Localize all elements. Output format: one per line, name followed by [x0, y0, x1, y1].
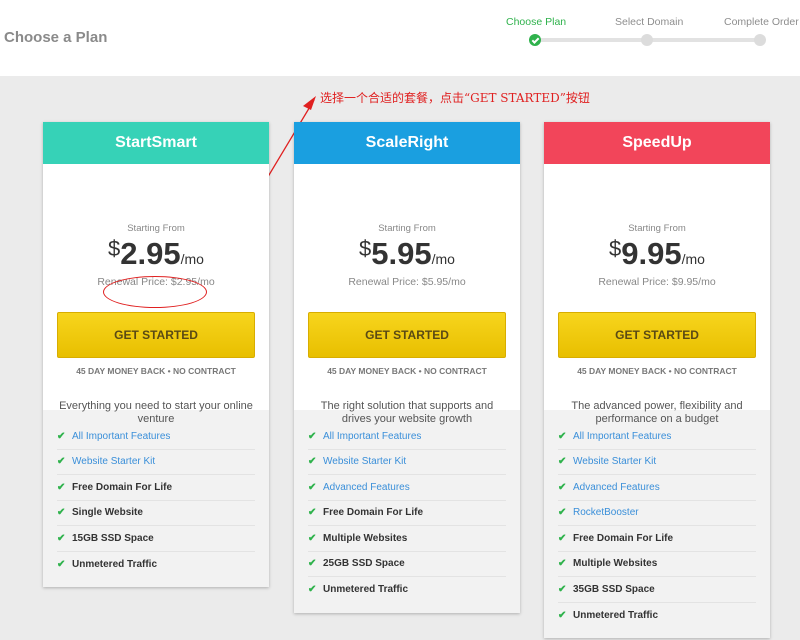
feature-item: ✔ Unmetered Traffic [57, 558, 158, 570]
check-icon: ✔ [558, 583, 567, 595]
step-select-domain: Select Domain [615, 16, 684, 28]
check-icon: ✔ [558, 507, 567, 519]
annotation-arrowhead [303, 96, 316, 110]
price-amount: 2.95 [120, 236, 181, 271]
feature-item: ✔ Free Domain For Life [57, 475, 255, 501]
starting-from-label: Starting From [127, 223, 185, 234]
feature-item: ✔ RocketBooster [558, 501, 756, 526]
feature-item: ✔ 35GB SSD Space [558, 577, 756, 603]
price-amount: 9.95 [621, 236, 682, 271]
step-choose-plan: Choose Plan [506, 16, 567, 28]
top-bar: Choose a Plan Choose Plan Select Domain … [0, 0, 800, 76]
plan-pricing: Starting From $9.95/mo Renewal Price: $9… [544, 164, 770, 425]
renewal-price: Renewal Price: $9.95/mo [598, 276, 716, 288]
plan-tagline: The right solution that supports and dri… [320, 400, 494, 425]
check-icon: ✔ [558, 532, 567, 544]
guarantee-text: 45 DAY MONEY BACK • NO CONTRACT [76, 366, 236, 376]
feature-item: ✔ Unmetered Traffic [308, 584, 409, 596]
plan-pricing: Starting From $5.95/mo Renewal Price: $5… [294, 164, 520, 425]
price-period: /mo [681, 251, 705, 267]
plan-price: $5.95/mo [294, 236, 520, 272]
step-pending-dot [641, 34, 653, 46]
check-icon: ✔ [57, 456, 66, 468]
feature-list: ✔ All Important Features ✔ Website Starter… [544, 410, 770, 638]
check-icon: ✔ [308, 532, 317, 544]
plan-name: StartSmart [43, 122, 269, 164]
feature-item: ✔ All Important Features [57, 424, 255, 450]
get-started-button[interactable]: GET STARTED [57, 312, 255, 358]
starting-from-label: Starting From [378, 223, 436, 234]
check-icon: ✔ [558, 481, 567, 493]
plan-card-speedup: SpeedUp Starting From $9.95/mo Renewal P… [544, 122, 770, 638]
plan-tagline: The advanced power, flexibility and perf… [571, 400, 743, 425]
check-icon: ✔ [57, 507, 66, 519]
price-currency: $ [609, 236, 622, 261]
feature-item: ✔ 25GB SSD Space [308, 552, 506, 577]
check-icon: ✔ [308, 430, 317, 442]
check-icon: ✔ [558, 558, 567, 570]
plan-price: $2.95/mo [43, 236, 269, 272]
plan-card-scaleright: ScaleRight Starting From $5.95/mo Renewa… [294, 122, 520, 613]
check-icon: ✔ [57, 430, 66, 442]
feature-item: ✔ Multiple Websites [308, 526, 506, 552]
page-title: Choose a Plan [4, 29, 108, 46]
guarantee-text: 45 DAY MONEY BACK • NO CONTRACT [577, 366, 737, 376]
feature-item: ✔ Free Domain For Life [558, 526, 756, 552]
check-icon: ✔ [57, 481, 66, 493]
plan-card-startsmart: StartSmart Starting From $2.95/mo Renewa… [43, 122, 269, 587]
plan-tagline: Everything you need to start your online… [59, 400, 253, 425]
feature-item: ✔ Free Domain For Life [308, 501, 506, 526]
feature-item: ✔ All Important Features [558, 424, 756, 450]
step-complete-order: Complete Order [724, 16, 799, 28]
plan-name: ScaleRight [294, 122, 520, 164]
price-period: /mo [431, 251, 455, 267]
feature-item: ✔ Website Starter Kit [57, 450, 255, 475]
check-icon: ✔ [308, 507, 317, 519]
step-pending-dot [754, 34, 766, 46]
feature-item: ✔ Single Website [57, 501, 255, 526]
price-currency: $ [108, 236, 121, 261]
check-icon: ✔ [308, 481, 317, 493]
annotation-text: 选择一个合适的套餐，点击“GET STARTED”按钮 [320, 91, 590, 105]
guarantee-text: 45 DAY MONEY BACK • NO CONTRACT [327, 366, 487, 376]
renewal-price: Renewal Price: $2.95/mo [97, 276, 215, 288]
feature-item: ✔ Advanced Features [308, 475, 506, 501]
check-icon: ✔ [558, 456, 567, 468]
get-started-button[interactable]: GET STARTED [308, 312, 506, 358]
check-icon: ✔ [558, 609, 567, 621]
plan-name: SpeedUp [544, 122, 770, 164]
plan-price: $9.95/mo [544, 236, 770, 272]
step-done-check-icon [529, 34, 541, 46]
feature-item: ✔ Unmetered Traffic [558, 609, 659, 621]
feature-item: ✔ All Important Features [308, 424, 506, 450]
feature-list: ✔ All Important Features ✔ Website Starter… [294, 410, 520, 613]
renewal-price: Renewal Price: $5.95/mo [348, 276, 466, 288]
price-amount: 5.95 [371, 236, 432, 271]
check-icon: ✔ [57, 558, 66, 570]
feature-list: ✔ All Important Features ✔ Website Starter… [43, 410, 269, 587]
check-icon: ✔ [558, 430, 567, 442]
price-period: /mo [180, 251, 204, 267]
feature-item: ✔ 15GB SSD Space [57, 526, 255, 552]
check-icon: ✔ [308, 456, 317, 468]
progress-steps: Choose Plan Select Domain Complete Order [490, 0, 800, 76]
get-started-button[interactable]: GET STARTED [558, 312, 756, 358]
check-icon: ✔ [57, 532, 66, 544]
check-icon: ✔ [308, 558, 317, 570]
price-currency: $ [359, 236, 372, 261]
feature-item: ✔ Website Starter Kit [308, 450, 506, 475]
check-icon: ✔ [308, 584, 317, 596]
feature-item: ✔ Advanced Features [558, 475, 756, 501]
feature-item: ✔ Multiple Websites [558, 552, 756, 577]
starting-from-label: Starting From [628, 223, 686, 234]
plan-pricing: Starting From $2.95/mo Renewal Price: $2… [43, 164, 269, 425]
feature-item: ✔ Website Starter Kit [558, 450, 756, 475]
